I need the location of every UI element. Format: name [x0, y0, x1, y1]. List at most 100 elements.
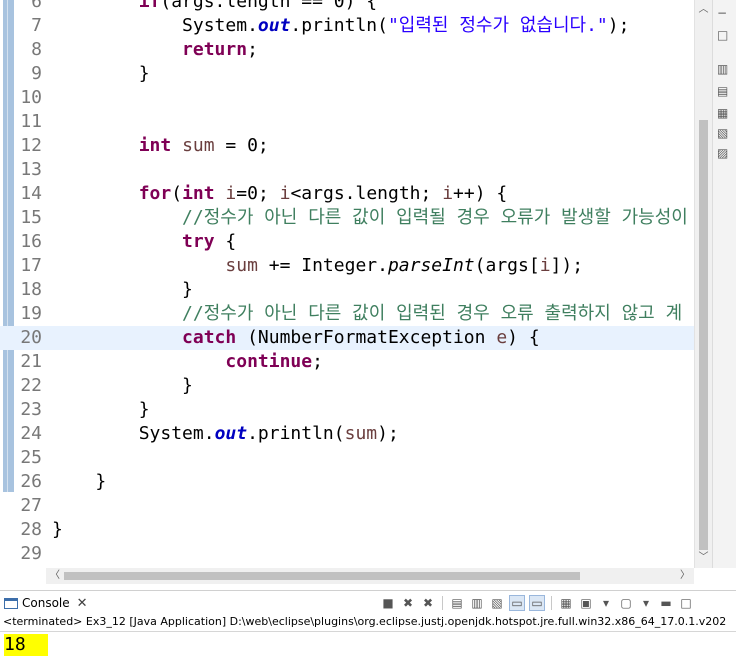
code-token: sum [344, 423, 378, 444]
line-number: 17 [20, 255, 42, 276]
code-text: } [52, 374, 193, 398]
close-icon[interactable]: ✕ [77, 596, 88, 611]
code-line[interactable]: 22 } [0, 374, 694, 398]
code-editor[interactable]: 6 if(args.length == 0) {7 System.out.pri… [0, 0, 712, 568]
scroll-right-icon[interactable]: 〉 [678, 568, 692, 584]
maximize-editor-icon[interactable]: □ [717, 28, 731, 42]
code-token: if [52, 0, 161, 12]
remove-launch-icon[interactable]: ✖ [400, 595, 416, 611]
code-text: int sum = 0; [52, 134, 269, 158]
code-token: //정수가 아닌 다른 값이 입력된 경우 오류 출력하지 않고 계 [52, 303, 683, 324]
code-line[interactable]: 8 return; [0, 38, 694, 62]
code-line[interactable]: 11 [0, 110, 694, 134]
display-selected-console-icon[interactable]: ▣ [578, 595, 594, 611]
code-line[interactable]: 17 sum += Integer.parseInt(args[i]); [0, 254, 694, 278]
code-line[interactable]: 16 try { [0, 230, 694, 254]
code-token: ( [171, 183, 183, 204]
minimize-icon[interactable]: ▬ [658, 595, 674, 611]
code-token: ]); [550, 255, 584, 276]
code-token: i [279, 183, 291, 204]
code-line[interactable]: 18 } [0, 278, 694, 302]
code-token: (args[ [474, 255, 540, 276]
code-token: (args.length == 0) { [160, 0, 378, 12]
code-text: //정수가 아닌 다른 값이 입력된 경우 오류 출력하지 않고 계 [52, 302, 682, 326]
code-line[interactable]: 7 System.out.println("입력된 정수가 없습니다."); [0, 14, 694, 38]
line-number: 20 [20, 327, 42, 348]
display-dropdown-icon[interactable]: ▾ [598, 595, 614, 611]
code-token: } [52, 63, 150, 84]
code-line[interactable]: 6 if(args.length == 0) { [0, 0, 694, 14]
code-line[interactable]: 21 continue; [0, 350, 694, 374]
scroll-down-icon[interactable]: ﹀ [695, 550, 712, 566]
code-token: ++) { [453, 183, 508, 204]
code-text: } [52, 278, 193, 302]
code-text: continue; [52, 350, 323, 374]
code-line[interactable]: 23 } [0, 398, 694, 422]
code-line[interactable]: 13 [0, 158, 694, 182]
code-token: =0; [236, 183, 280, 204]
show-console-on-stderr-icon[interactable]: ▭ [529, 595, 545, 611]
open-console-dropdown-icon[interactable]: ▾ [638, 595, 654, 611]
remove-all-terminated-icon[interactable]: ✖ [420, 595, 436, 611]
code-line[interactable]: 10 [0, 86, 694, 110]
code-token: //정수가 아닌 다른 값이 입력될 경우 오류가 발생할 가능성이 [52, 207, 688, 228]
vertical-scroll-thumb[interactable] [699, 120, 708, 550]
code-token: "입력된 정수가 없습니다." [387, 15, 608, 36]
word-wrap-icon[interactable]: ▧ [489, 595, 505, 611]
code-line[interactable]: 15 //정수가 아닌 다른 값이 입력될 경우 오류가 발생할 가능성이 [0, 206, 694, 230]
open-console-icon[interactable]: ▢ [618, 595, 634, 611]
line-number: 22 [20, 375, 42, 396]
tab-console[interactable]: Console ✕ [4, 594, 88, 612]
code-token: continue [52, 351, 313, 372]
code-line[interactable]: 27 [0, 494, 694, 518]
code-line[interactable]: 12 int sum = 0; [0, 134, 694, 158]
scroll-up-icon[interactable]: ︿ [695, 2, 712, 18]
code-line[interactable]: 28} [0, 518, 694, 542]
console-process-status: <terminated> Ex3_12 [Java Application] D… [0, 614, 736, 632]
vertical-scrollbar[interactable]: ︿ ﹀ [694, 0, 712, 568]
minimize-editor-icon[interactable]: − [717, 6, 731, 20]
code-token: return [52, 39, 248, 60]
code-token: e [496, 327, 508, 348]
console-output-area[interactable]: 18 [0, 632, 736, 668]
code-token: <args.length; [290, 183, 443, 204]
code-line[interactable]: 20 catch (NumberFormatException e) { [0, 326, 694, 350]
declaration-icon[interactable]: ▨ [717, 146, 731, 160]
scroll-left-icon[interactable]: 〈 [48, 568, 62, 584]
code-token: } [52, 279, 193, 300]
terminate-icon[interactable]: ■ [380, 595, 396, 611]
horizontal-scroll-thumb[interactable] [64, 572, 580, 580]
code-token: int [52, 135, 172, 156]
code-line[interactable]: 25 [0, 446, 694, 470]
line-number: 24 [20, 423, 42, 444]
code-line[interactable]: 29 [0, 542, 694, 566]
task-list-icon[interactable]: ▦ [717, 106, 731, 120]
outline-icon[interactable]: ▤ [717, 84, 731, 98]
code-token: for [52, 183, 172, 204]
show-console-on-stdout-icon[interactable]: ▭ [509, 595, 525, 611]
code-line[interactable]: 26 } [0, 470, 694, 494]
package-explorer-icon[interactable]: ▥ [717, 62, 731, 76]
problems-icon[interactable]: ▧ [717, 126, 731, 140]
code-token: parseInt [387, 255, 475, 276]
maximize-icon[interactable]: □ [678, 595, 694, 611]
code-token: .println( [247, 423, 345, 444]
toolbar-separator [551, 596, 552, 610]
code-line[interactable]: 14 for(int i=0; i<args.length; i++) { [0, 182, 694, 206]
console-icon [4, 597, 18, 609]
horizontal-scrollbar[interactable]: 〈 〉 [46, 568, 694, 584]
code-token: (NumberFormatException [236, 327, 497, 348]
code-text: System.out.println(sum); [52, 422, 399, 446]
line-number: 14 [20, 183, 42, 204]
pin-console-icon[interactable]: ▦ [558, 595, 574, 611]
scroll-lock-icon[interactable]: ▥ [469, 595, 485, 611]
code-line[interactable]: 19 //정수가 아닌 다른 값이 입력된 경우 오류 출력하지 않고 계 [0, 302, 694, 326]
code-text: } [52, 470, 106, 494]
clear-console-icon[interactable]: ▤ [449, 595, 465, 611]
code-token: System. [52, 423, 215, 444]
console-output-line: 18 [4, 634, 48, 656]
line-number: 6 [31, 0, 42, 12]
code-line[interactable]: 9 } [0, 62, 694, 86]
code-line[interactable]: 24 System.out.println(sum); [0, 422, 694, 446]
